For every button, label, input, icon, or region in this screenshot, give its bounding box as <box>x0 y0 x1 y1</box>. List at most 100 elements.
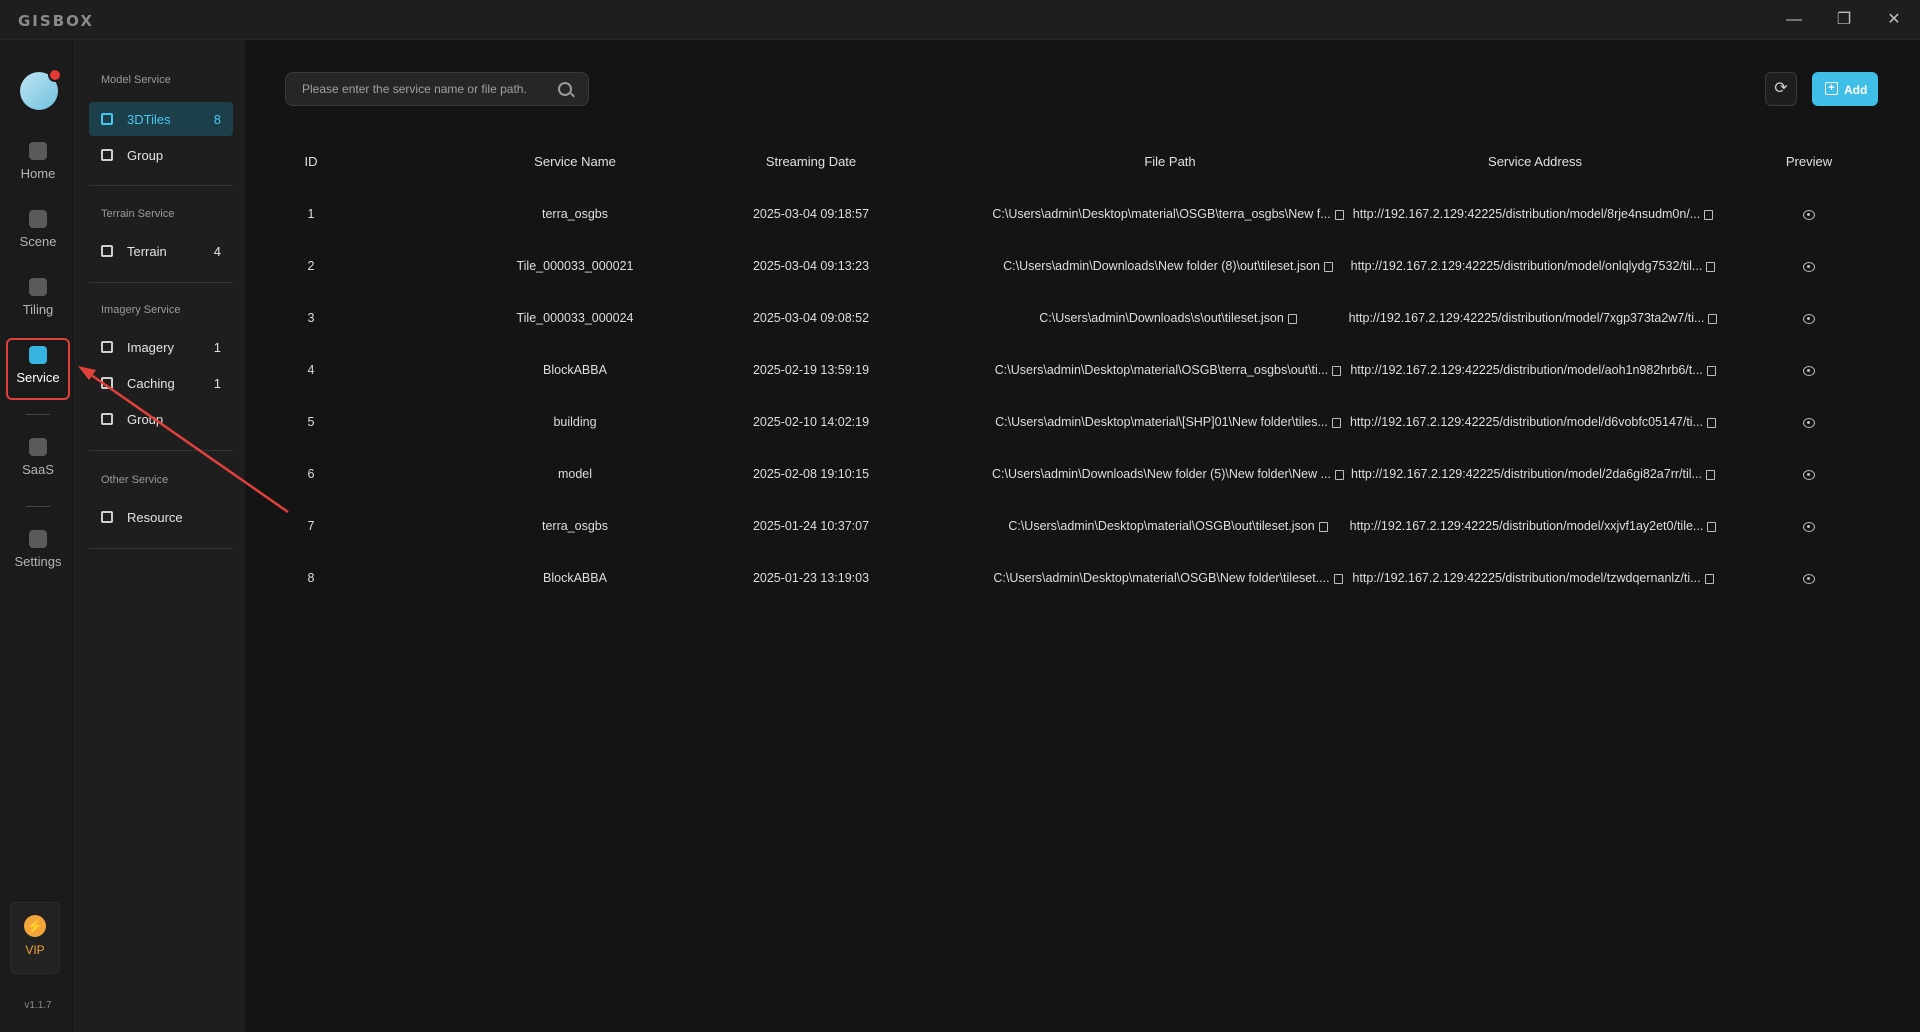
minimize-button[interactable]: — <box>1776 8 1812 32</box>
preview-icon[interactable] <box>1803 209 1815 220</box>
cell-service-name: BlockABBA <box>480 344 670 396</box>
preview-icon[interactable] <box>1803 261 1815 272</box>
category-item-imagery[interactable]: Imagery 1 <box>89 330 233 364</box>
preview-icon[interactable] <box>1803 313 1815 324</box>
cell-file-path: C:\Users\admin\Desktop\material\OSGB\New… <box>970 552 1370 604</box>
cell-file-path-text: C:\Users\admin\Downloads\New folder (8)\… <box>1003 259 1320 273</box>
cell-service-name-text: terra_osgbs <box>541 207 608 221</box>
copy-icon[interactable] <box>1335 469 1344 480</box>
search-icon[interactable] <box>558 82 572 96</box>
copy-icon[interactable] <box>1331 417 1341 428</box>
title-bar: GISBOX — ❐ ✕ <box>0 0 1920 40</box>
cell-service-address-text: http://192.167.2.129:42225/distribution/… <box>1351 467 1702 481</box>
copy-icon[interactable] <box>1707 521 1717 532</box>
table-header: ID Service Name Streaming Date File Path… <box>245 136 1920 188</box>
copy-icon[interactable] <box>1318 521 1328 532</box>
nav-item-service[interactable]: Service <box>6 338 70 400</box>
column-header-service-address: Service Address <box>1488 154 1582 169</box>
preview-icon[interactable] <box>1803 365 1815 376</box>
app-window: GISBOX — ❐ ✕ Home Scene Tiling Service S… <box>0 0 1920 1032</box>
preview-icon[interactable] <box>1803 417 1815 428</box>
cell-file-path: C:\Users\admin\Desktop\material\OSGB\ter… <box>970 188 1370 240</box>
close-button[interactable]: ✕ <box>1876 8 1912 32</box>
preview-icon[interactable] <box>1803 573 1815 584</box>
cell-service-name: building <box>480 396 670 448</box>
copy-icon[interactable] <box>1332 365 1342 376</box>
3dtiles-icon <box>101 113 113 125</box>
cell-file-path-text: C:\Users\admin\Downloads\New folder (5)\… <box>991 467 1331 481</box>
cell-service-name-text: BlockABBA <box>543 571 607 585</box>
caching-icon <box>101 377 113 389</box>
copy-icon[interactable] <box>1708 313 1718 324</box>
cell-streaming-date-text: 2025-02-10 14:02:19 <box>752 415 870 429</box>
nav-item-saas[interactable]: SaaS <box>6 432 70 494</box>
category-divider <box>89 282 233 283</box>
table-row: 3 Tile_000033_000024 2025-03-04 09:08:52 C:… <box>245 292 1920 344</box>
cell-service-address: http://192.167.2.129:42225/distribution/… <box>1345 240 1725 292</box>
category-item-imagery-group[interactable]: Group <box>89 402 233 436</box>
refresh-button[interactable]: ⟳ <box>1765 72 1797 106</box>
cell-service-address-text: http://192.167.2.129:42225/distribution/… <box>1350 363 1703 377</box>
copy-icon[interactable] <box>1323 261 1333 272</box>
nav-item-home[interactable]: Home <box>6 136 70 198</box>
cell-preview <box>1779 396 1839 448</box>
copy-icon[interactable] <box>1706 261 1716 272</box>
category-item-model-group[interactable]: Group <box>89 138 233 172</box>
cell-service-name-text: terra_osgbs <box>541 519 608 533</box>
nav-item-scene[interactable]: Scene <box>6 204 70 266</box>
cell-service-name: terra_osgbs <box>480 188 670 240</box>
cell-preview <box>1779 552 1839 604</box>
category-title-other: Other Service <box>101 474 169 486</box>
vip-label: VIP <box>25 943 45 957</box>
copy-icon[interactable] <box>1333 573 1343 584</box>
copy-icon[interactable] <box>1707 417 1717 428</box>
category-item-caching[interactable]: Caching 1 <box>89 366 233 400</box>
cell-id: 4 <box>281 344 341 396</box>
cell-service-name-text: model <box>557 467 593 481</box>
nav-item-settings[interactable]: Settings <box>6 524 70 586</box>
cell-id-text: 3 <box>307 311 315 325</box>
cell-file-path-text: C:\Users\admin\Desktop\material\OSGB\New… <box>993 571 1330 585</box>
category-item-terrain[interactable]: Terrain 4 <box>89 234 233 268</box>
copy-icon[interactable] <box>1704 209 1714 220</box>
category-item-label: Group <box>127 148 164 163</box>
cell-service-address: http://192.167.2.129:42225/distribution/… <box>1345 188 1725 240</box>
search-box <box>285 72 589 106</box>
cell-service-address-text: http://192.167.2.129:42225/distribution/… <box>1349 415 1704 429</box>
copy-icon[interactable] <box>1706 365 1716 376</box>
nav-item-label: Settings <box>14 554 62 569</box>
cell-id: 2 <box>281 240 341 292</box>
cell-service-name: terra_osgbs <box>480 500 670 552</box>
copy-icon[interactable] <box>1334 209 1344 220</box>
nav-item-label: Scene <box>19 234 57 249</box>
add-button[interactable]: + Add <box>1812 72 1878 106</box>
cell-service-name-text: Tile_000033_000024 <box>516 311 634 325</box>
user-avatar[interactable] <box>20 68 62 110</box>
cell-file-path-text: C:\Users\admin\Downloads\s\out\tileset.j… <box>1039 311 1284 325</box>
copy-icon[interactable] <box>1287 313 1297 324</box>
group-icon <box>101 149 113 161</box>
cell-service-name: BlockABBA <box>480 552 670 604</box>
preview-icon[interactable] <box>1803 521 1815 532</box>
cell-streaming-date: 2025-01-24 10:37:07 <box>716 500 906 552</box>
notification-badge <box>48 68 62 82</box>
copy-icon[interactable] <box>1705 469 1715 480</box>
column-header-file-path: File Path <box>1144 154 1196 169</box>
category-item-resource[interactable]: Resource <box>89 500 233 534</box>
nav-item-label: Home <box>20 166 56 181</box>
category-title-model: Model Service <box>101 74 171 86</box>
cell-streaming-date-text: 2025-01-24 10:37:07 <box>752 519 870 533</box>
main-nav: Home Scene Tiling Service SaaS Settings … <box>0 40 76 1032</box>
preview-icon[interactable] <box>1803 469 1815 480</box>
cell-id: 1 <box>281 188 341 240</box>
cell-service-name-text: building <box>553 415 597 429</box>
nav-item-tiling[interactable]: Tiling <box>6 272 70 334</box>
cell-service-name-text: BlockABBA <box>543 363 607 377</box>
category-item-3dtiles[interactable]: 3DTiles 8 <box>89 102 233 136</box>
vip-button[interactable]: ⚡ VIP <box>10 902 60 974</box>
copy-icon[interactable] <box>1704 573 1714 584</box>
search-input[interactable] <box>286 73 546 105</box>
cell-file-path-text: C:\Users\admin\Desktop\material\OSGB\ter… <box>994 363 1329 377</box>
maximize-button[interactable]: ❐ <box>1826 8 1862 32</box>
cell-streaming-date: 2025-03-04 09:18:57 <box>716 188 906 240</box>
